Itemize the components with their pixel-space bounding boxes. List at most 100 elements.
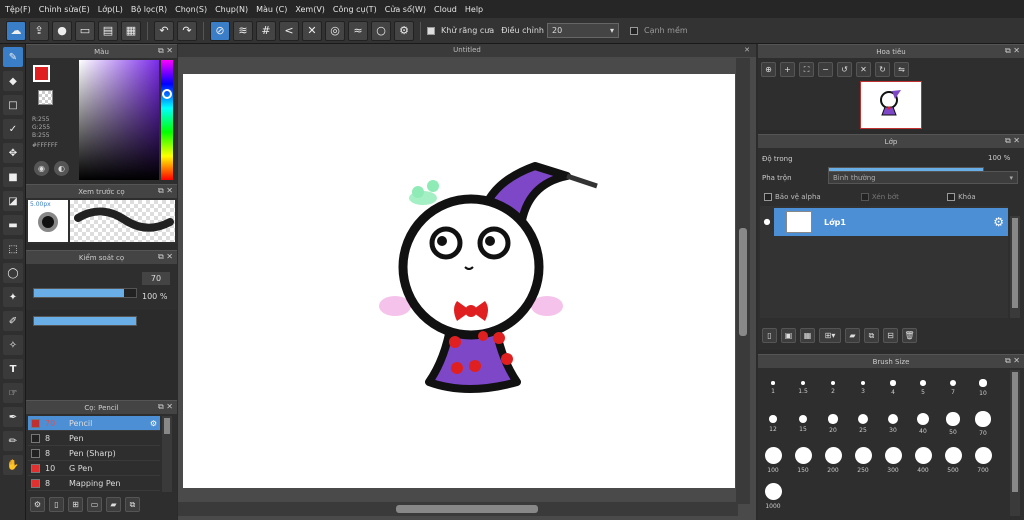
delete-layer-icon[interactable]: 🗑 bbox=[902, 328, 917, 343]
brush-list-scrollbar[interactable] bbox=[162, 416, 172, 492]
scrollbar-thumb[interactable] bbox=[164, 418, 170, 434]
clipping-checkbox[interactable] bbox=[860, 193, 869, 201]
menu-item[interactable]: Chỉnh sửa(E) bbox=[39, 5, 98, 14]
color-picker-square[interactable] bbox=[79, 60, 159, 180]
canvas-vertical-scrollbar[interactable] bbox=[736, 58, 750, 504]
rotate-left-icon[interactable]: ↺ bbox=[837, 62, 852, 77]
checkmark-tool-icon[interactable]: ✓ bbox=[3, 119, 23, 139]
copy-brush-icon[interactable]: ▭ bbox=[87, 497, 102, 512]
new-8bit-layer-icon[interactable]: ▦ bbox=[800, 328, 815, 343]
brush-size-slider[interactable] bbox=[33, 288, 137, 298]
menu-item[interactable]: Cửa sổ(W) bbox=[385, 5, 434, 14]
reset-icon[interactable]: ✕ bbox=[856, 62, 871, 77]
select-eraser-tool-icon[interactable]: ✧ bbox=[3, 335, 23, 355]
scrollbar-thumb[interactable] bbox=[396, 505, 538, 513]
brush-size-option[interactable]: 12 bbox=[758, 406, 788, 442]
brush-size-option[interactable]: 25 bbox=[848, 406, 878, 442]
eyedropper-tool-icon[interactable]: ✒ bbox=[3, 407, 23, 427]
brush-size-option[interactable]: 500 bbox=[938, 442, 968, 478]
brush-size-option[interactable]: 7 bbox=[938, 370, 968, 406]
menu-item[interactable]: Tệp(F) bbox=[5, 5, 39, 14]
brush-size-option[interactable]: 4 bbox=[878, 370, 908, 406]
scrollbar-thumb[interactable] bbox=[1012, 218, 1018, 308]
antialias-checkbox[interactable] bbox=[427, 26, 435, 35]
folder-icon[interactable]: ▰ bbox=[106, 497, 121, 512]
brush-size-option[interactable]: 1 bbox=[758, 370, 788, 406]
drawing-canvas[interactable] bbox=[183, 74, 735, 488]
duplicate-icon[interactable]: ⧉ bbox=[125, 497, 140, 512]
zoom-out-icon[interactable]: − bbox=[818, 62, 833, 77]
snap-off-icon[interactable]: ⊘ bbox=[210, 20, 230, 41]
brush-size-option[interactable]: 1000 bbox=[758, 478, 788, 514]
brush-size-option[interactable]: 100 bbox=[758, 442, 788, 478]
merge-layer-icon[interactable]: ⊟ bbox=[883, 328, 898, 343]
brush-size-value[interactable]: 70 bbox=[142, 272, 170, 285]
brush-size-option[interactable]: 400 bbox=[908, 442, 938, 478]
window-icon[interactable]: ▭ bbox=[75, 20, 95, 41]
panel-options-icon[interactable]: ⧉ ✕ bbox=[158, 252, 173, 262]
rectangle-tool-icon[interactable]: □ bbox=[3, 95, 23, 115]
snap-grid-icon[interactable]: # bbox=[256, 20, 276, 41]
primary-color-swatch[interactable] bbox=[33, 65, 50, 82]
panel-options-icon[interactable]: ⧉ ✕ bbox=[158, 402, 173, 412]
menu-item[interactable]: Màu (C) bbox=[256, 5, 295, 14]
new-folder-icon[interactable]: ▰ bbox=[845, 328, 860, 343]
snap-soft-checkbox[interactable] bbox=[629, 26, 638, 35]
brush-opacity-slider[interactable] bbox=[33, 316, 137, 326]
color-history-icon[interactable]: ◉ bbox=[34, 161, 49, 176]
brush-size-scrollbar[interactable] bbox=[1010, 370, 1020, 516]
brush-size-option[interactable]: 20 bbox=[818, 406, 848, 442]
new-layer-icon[interactable]: ▯ bbox=[762, 328, 777, 343]
new-brush-icon[interactable]: ▯ bbox=[49, 497, 64, 512]
brush-size-option[interactable]: 70 bbox=[968, 406, 998, 442]
brush-size-option[interactable]: 50 bbox=[938, 406, 968, 442]
panel-options-icon[interactable]: ⧉ ✕ bbox=[1005, 136, 1020, 146]
snap-vanish-icon[interactable]: < bbox=[279, 20, 299, 41]
redo-icon[interactable]: ↷ bbox=[177, 20, 197, 41]
menu-item[interactable]: Công cụ(T) bbox=[333, 5, 385, 14]
select-pen-tool-icon[interactable]: ✐ bbox=[3, 311, 23, 331]
layout-icon[interactable]: ▤ bbox=[98, 20, 118, 41]
zoom-in-icon[interactable]: + bbox=[780, 62, 795, 77]
pen-tool-icon[interactable]: ✏ bbox=[3, 431, 23, 451]
brush-size-option[interactable]: 10 bbox=[968, 370, 998, 406]
hand-tool-icon[interactable]: ✋ bbox=[3, 455, 23, 475]
brush-size-option[interactable]: 2 bbox=[818, 370, 848, 406]
fill-rect-tool-icon[interactable]: ■ bbox=[3, 167, 23, 187]
select-rect-tool-icon[interactable]: ⬚ bbox=[3, 239, 23, 259]
menu-item[interactable]: Chụp(N) bbox=[215, 5, 256, 14]
snap-cross-icon[interactable]: ✕ bbox=[302, 20, 322, 41]
gear-icon[interactable]: ⚙ bbox=[993, 215, 1004, 229]
layer-scrollbar[interactable] bbox=[1010, 216, 1020, 318]
correction-select[interactable]: 20 ▾ bbox=[546, 23, 619, 38]
gradient-tool-icon[interactable]: ▬ bbox=[3, 215, 23, 235]
navigator-thumbnail[interactable] bbox=[860, 81, 922, 129]
protect-alpha-checkbox[interactable] bbox=[764, 193, 772, 201]
brush-list-item[interactable]: 10 G Pen bbox=[28, 461, 160, 476]
undo-icon[interactable]: ↶ bbox=[154, 20, 174, 41]
panel-options-icon[interactable]: ⧉ ✕ bbox=[1005, 356, 1020, 366]
export-icon[interactable]: ⇪ bbox=[29, 20, 49, 41]
brush-size-option[interactable]: 200 bbox=[818, 442, 848, 478]
canvas-horizontal-scrollbar[interactable] bbox=[178, 502, 738, 516]
brush-size-option[interactable]: 3 bbox=[848, 370, 878, 406]
brush-list-item[interactable]: 8 Mapping Pen bbox=[28, 476, 160, 491]
chat-icon[interactable]: ● bbox=[52, 20, 72, 41]
layer-row[interactable]: ● Lớp1 ⚙ bbox=[760, 208, 1008, 236]
color-palette-icon[interactable]: ◐ bbox=[54, 161, 69, 176]
brush-size-option[interactable]: 700 bbox=[968, 442, 998, 478]
menu-item[interactable]: Cloud bbox=[434, 5, 465, 14]
new-halftone-layer-icon[interactable]: ▣ bbox=[781, 328, 796, 343]
menu-item[interactable]: Chọn(S) bbox=[175, 5, 215, 14]
panel-options-icon[interactable]: ⧉ ✕ bbox=[158, 186, 173, 196]
brush-list-item[interactable]: 70 Pencil ⚙ bbox=[28, 416, 160, 431]
magic-wand-tool-icon[interactable]: ✦ bbox=[3, 287, 23, 307]
hue-slider[interactable] bbox=[161, 60, 173, 180]
snap-circle-icon[interactable]: ◎ bbox=[325, 20, 345, 41]
settings-icon[interactable]: ⚙ bbox=[394, 20, 414, 41]
move-tool-icon[interactable]: ✥ bbox=[3, 143, 23, 163]
hue-slider-handle[interactable] bbox=[162, 89, 172, 99]
text-tool-icon[interactable]: T bbox=[3, 359, 23, 379]
duplicate-layer-icon[interactable]: ⧉ bbox=[864, 328, 879, 343]
brush-size-option[interactable]: 300 bbox=[878, 442, 908, 478]
